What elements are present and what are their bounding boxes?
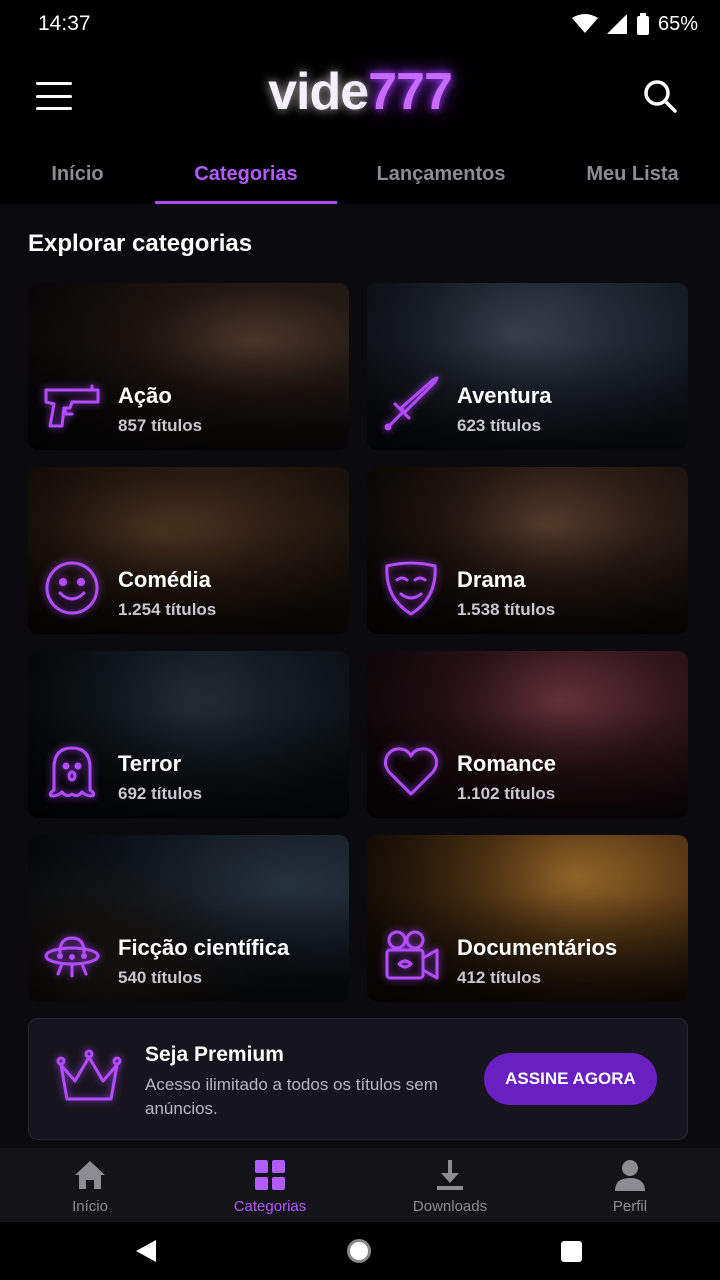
status-bar: 14:37 65% — [0, 0, 720, 48]
subscribe-button[interactable]: ASSINE AGORA — [484, 1053, 657, 1105]
premium-description: Acesso ilimitado a todos os títulos sem … — [145, 1075, 438, 1118]
theater-mask-icon — [381, 558, 441, 618]
ufo-icon — [42, 926, 102, 986]
category-title: Ação — [118, 383, 172, 408]
nav-label: Perfil — [612, 1198, 648, 1215]
tab-bar: Início Categorias Lançamentos Meu Lista — [0, 148, 720, 204]
sword-icon — [381, 374, 441, 434]
tab-meu-lista[interactable]: Meu Lista — [545, 148, 720, 204]
status-icons: 65% — [571, 12, 698, 36]
category-card-aventura[interactable]: Aventura 623 títulos — [367, 283, 688, 450]
grid-icon — [255, 1160, 285, 1190]
nav-label: Categorias — [233, 1198, 307, 1215]
nav-label: Downloads — [412, 1198, 488, 1215]
category-title: Ficção científica — [118, 935, 290, 960]
category-title: Drama — [457, 567, 526, 592]
battery-percent: 65% — [657, 12, 698, 35]
category-card-documentarios[interactable]: Documentários 412 títulos — [367, 835, 688, 1002]
home-icon — [75, 1161, 105, 1189]
category-card-terror[interactable]: Terror 692 títulos — [28, 651, 349, 818]
category-title: Comédia — [118, 567, 211, 592]
bottom-nav: Início Categorias Downloads Perfil — [0, 1148, 720, 1222]
section-title: Explorar categorias — [28, 230, 253, 257]
category-count: 1.102 títulos — [457, 784, 556, 803]
category-title: Terror — [118, 751, 182, 776]
category-count: 623 títulos — [457, 416, 542, 435]
premium-title: Seja Premium — [145, 1043, 284, 1066]
system-nav-bar — [0, 1222, 720, 1280]
tab-inicio[interactable]: Início — [0, 148, 155, 204]
heart-icon — [381, 742, 441, 802]
category-count: 857 títulos — [118, 416, 203, 435]
tab-lancamentos[interactable]: Lançamentos — [337, 148, 545, 204]
premium-banner: Seja Premium Acesso ilimitado a todos os… — [28, 1018, 688, 1140]
nav-item-inicio[interactable]: Início — [0, 1148, 180, 1222]
category-card-romance[interactable]: Romance 1.102 títulos — [367, 651, 688, 818]
category-card-ficcao-cientifica[interactable]: Ficção científica 540 títulos — [28, 835, 349, 1002]
category-count: 412 títulos — [457, 968, 542, 987]
logo-text-vide: vide — [268, 63, 369, 121]
nav-item-downloads[interactable]: Downloads — [360, 1148, 540, 1222]
status-time: 14:37 — [38, 12, 91, 35]
wifi-icon — [571, 14, 598, 33]
crown-icon — [55, 1049, 123, 1107]
category-count: 1.254 títulos — [118, 600, 217, 619]
nav-label: Início — [72, 1198, 108, 1215]
smiley-icon — [42, 558, 102, 618]
category-count: 692 títulos — [118, 784, 203, 803]
category-count: 540 títulos — [118, 968, 203, 987]
camera-icon — [381, 926, 441, 986]
home-button-icon[interactable] — [347, 1239, 371, 1263]
nav-item-categorias[interactable]: Categorias — [180, 1148, 360, 1222]
category-title: Romance — [457, 751, 557, 776]
back-icon[interactable] — [134, 1238, 158, 1264]
person-icon — [615, 1160, 645, 1191]
recent-apps-icon[interactable] — [561, 1241, 582, 1262]
category-title: Aventura — [457, 383, 552, 408]
category-card-drama[interactable]: Drama 1.538 títulos — [367, 467, 688, 634]
search-icon[interactable] — [642, 78, 678, 114]
nav-item-perfil[interactable]: Perfil — [540, 1148, 720, 1222]
category-card-comedia[interactable]: Comédia 1.254 títulos — [28, 467, 349, 634]
app-logo: vide777 — [0, 62, 720, 122]
download-icon — [437, 1160, 463, 1190]
signal-icon — [606, 14, 627, 34]
category-count: 1.538 títulos — [457, 600, 556, 619]
battery-icon — [636, 13, 649, 35]
logo-text-777: 777 — [368, 63, 453, 121]
app-bar: vide777 — [0, 48, 720, 148]
category-grid: Ação 857 títulos Aventura 623 títulos Co… — [28, 283, 688, 1002]
gun-icon — [42, 374, 102, 434]
ghost-icon — [42, 742, 102, 802]
category-title: Documentários — [457, 935, 618, 960]
category-card-acao[interactable]: Ação 857 títulos — [28, 283, 349, 450]
tab-categorias[interactable]: Categorias — [155, 148, 337, 204]
